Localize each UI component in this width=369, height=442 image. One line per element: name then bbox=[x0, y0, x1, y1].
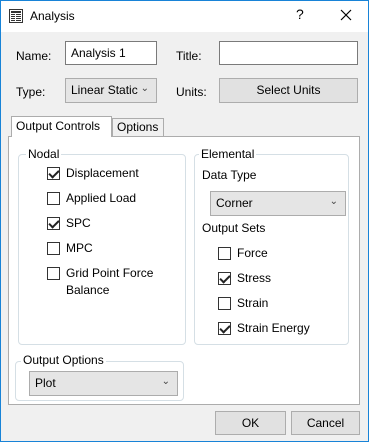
window-title: Analysis bbox=[30, 9, 75, 23]
data-type-value: Corner bbox=[216, 196, 253, 210]
nodal-group-title: Nodal bbox=[26, 147, 62, 161]
name-label: Name: bbox=[16, 49, 52, 63]
data-type-label: Data Type bbox=[202, 168, 257, 182]
grid-point-force-checkbox[interactable] bbox=[47, 267, 60, 280]
chevron-down-icon: ⌄ bbox=[161, 376, 170, 387]
type-dropdown[interactable]: Linear Static ⌄ bbox=[65, 78, 157, 103]
title-label: Title: bbox=[176, 49, 202, 63]
strain-checkbox[interactable] bbox=[218, 297, 231, 310]
close-icon[interactable] bbox=[335, 4, 357, 26]
spc-label: SPC bbox=[66, 216, 91, 230]
displacement-label: Displacement bbox=[66, 166, 139, 180]
tab-options[interactable]: Options bbox=[112, 118, 164, 137]
select-units-button[interactable]: Select Units bbox=[219, 78, 358, 103]
type-value: Linear Static bbox=[71, 83, 138, 97]
stress-label: Stress bbox=[237, 271, 272, 285]
grid-point-force-label: Grid Point Force bbox=[66, 266, 154, 280]
type-label: Type: bbox=[16, 85, 46, 99]
mpc-label: MPC bbox=[66, 241, 93, 255]
output-options-dropdown[interactable]: Plot ⌄ bbox=[29, 371, 178, 396]
force-label: Force bbox=[237, 246, 268, 260]
app-icon bbox=[9, 9, 23, 23]
force-checkbox[interactable] bbox=[218, 247, 231, 260]
cancel-button[interactable]: Cancel bbox=[291, 411, 360, 435]
name-input[interactable] bbox=[65, 41, 157, 65]
units-label: Units: bbox=[176, 85, 207, 99]
spc-checkbox[interactable] bbox=[47, 217, 60, 230]
stress-checkbox[interactable] bbox=[218, 272, 231, 285]
elemental-group-title: Elemental bbox=[199, 147, 257, 161]
chevron-down-icon: ⌄ bbox=[329, 196, 338, 207]
mpc-checkbox[interactable] bbox=[47, 242, 60, 255]
strain-label: Strain bbox=[237, 296, 269, 310]
applied-load-checkbox[interactable] bbox=[47, 192, 60, 205]
tab-output-controls[interactable]: Output Controls bbox=[11, 116, 112, 137]
output-options-title: Output Options bbox=[21, 353, 106, 367]
output-sets-label: Output Sets bbox=[202, 221, 266, 235]
analysis-dialog: Analysis ? Name: Title: Type: Linear Sta… bbox=[0, 0, 369, 442]
data-type-dropdown[interactable]: Corner ⌄ bbox=[210, 191, 346, 216]
ok-button[interactable]: OK bbox=[215, 411, 286, 435]
displacement-checkbox[interactable] bbox=[47, 167, 60, 180]
output-controls-panel: Nodal Displacement Applied Load SPC MPC … bbox=[8, 136, 360, 405]
applied-load-label: Applied Load bbox=[66, 191, 137, 205]
title-bar: Analysis ? bbox=[1, 1, 368, 32]
output-options-value: Plot bbox=[35, 376, 56, 390]
strain-energy-label: Strain Energy bbox=[237, 321, 310, 335]
strain-energy-checkbox[interactable] bbox=[218, 322, 231, 335]
title-input[interactable] bbox=[219, 41, 358, 65]
nodal-group bbox=[18, 154, 186, 345]
grid-point-force-label-line2: Balance bbox=[66, 283, 110, 297]
help-button[interactable]: ? bbox=[296, 6, 304, 22]
chevron-down-icon: ⌄ bbox=[140, 83, 149, 94]
